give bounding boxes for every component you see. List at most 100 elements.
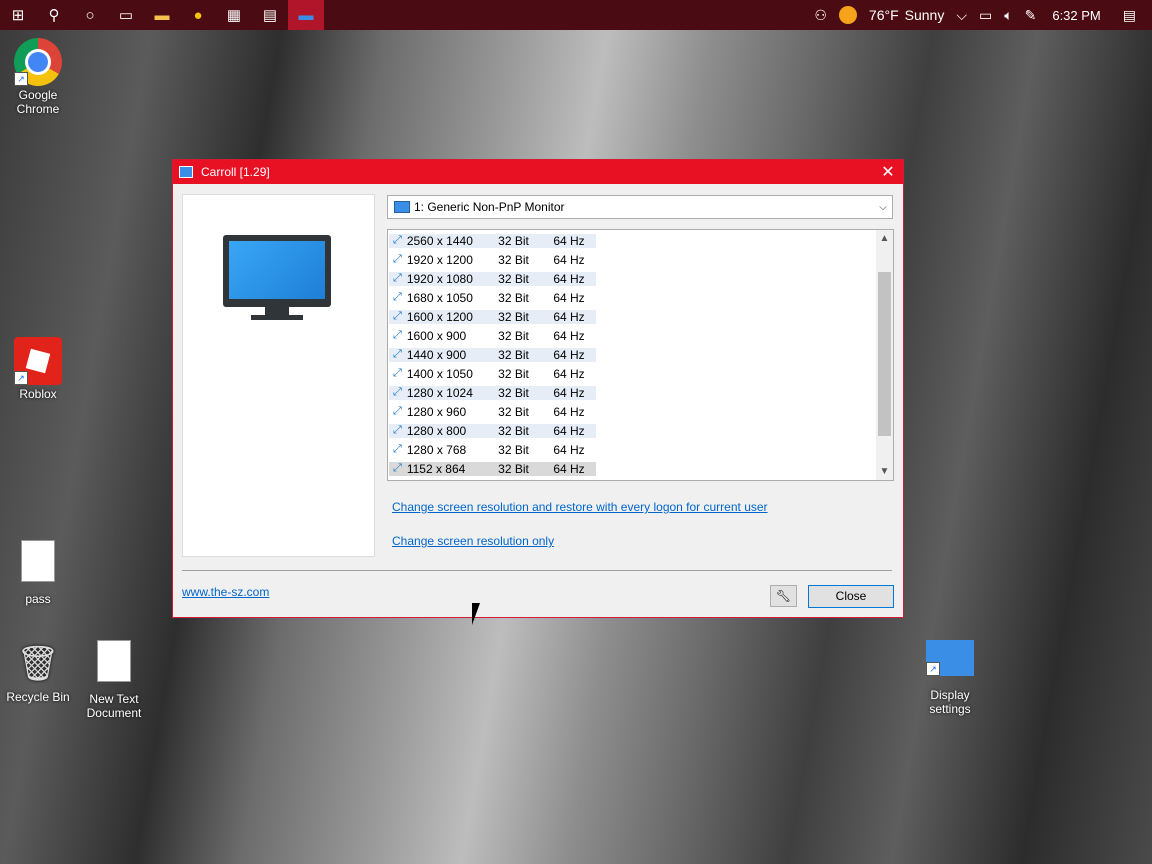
color-depth: 32 Bit bbox=[485, 309, 542, 324]
chevron-up-icon[interactable]: ⌵ bbox=[956, 7, 967, 24]
terminal-icon[interactable]: ▤ bbox=[252, 0, 288, 30]
refresh-rate: 64 Hz bbox=[542, 423, 596, 438]
display-settings-icon: ↗ bbox=[926, 640, 974, 676]
resize-icon: ⤢ bbox=[393, 291, 402, 303]
scrollbar[interactable]: ▲ ▼ bbox=[876, 230, 893, 480]
resize-icon: ⤢ bbox=[393, 234, 402, 246]
color-depth: 32 Bit bbox=[485, 347, 542, 362]
color-depth: 32 Bit bbox=[485, 271, 542, 286]
refresh-rate: 64 Hz bbox=[542, 385, 596, 400]
resolution-value: 1280 x 1024 bbox=[406, 385, 473, 400]
resize-icon: ⤢ bbox=[393, 443, 402, 455]
dialog-titlebar[interactable]: Carroll [1.29] ✕ bbox=[173, 160, 903, 184]
resize-icon: ⤢ bbox=[393, 272, 402, 284]
color-depth: 32 Bit bbox=[485, 423, 542, 438]
settings-button[interactable]: 🔧︎ bbox=[770, 585, 797, 607]
scroll-thumb[interactable] bbox=[878, 272, 891, 436]
wrench-icon: 🔧︎ bbox=[775, 589, 792, 603]
desktop-icon-new-text-document[interactable]: New Text Document bbox=[76, 640, 152, 720]
search-icon[interactable]: ⚲ bbox=[36, 0, 72, 30]
monitor-select-value: 1: Generic Non-PnP Monitor bbox=[414, 200, 565, 214]
file-explorer-icon[interactable]: ▬ bbox=[144, 0, 180, 30]
carroll-taskbar-button[interactable]: ▬ bbox=[288, 0, 324, 30]
desktop-icon-label: New Text Document bbox=[86, 692, 142, 720]
desktop-icon-pass[interactable]: pass bbox=[0, 540, 76, 606]
resolution-value: 1280 x 768 bbox=[406, 442, 467, 457]
resize-icon: ⤢ bbox=[393, 253, 402, 265]
resolution-row[interactable]: ⤢ 1440 x 900 32 Bit 64 Hz bbox=[389, 345, 596, 364]
resolution-value: 1920 x 1080 bbox=[406, 271, 473, 286]
resolution-row[interactable]: ⤢ 1920 x 1200 32 Bit 64 Hz bbox=[389, 250, 596, 269]
scroll-down-icon[interactable]: ▼ bbox=[876, 463, 893, 480]
resize-icon: ⤢ bbox=[393, 329, 402, 341]
notifications-icon[interactable]: ▤ bbox=[1123, 7, 1136, 24]
app-icon bbox=[179, 166, 193, 178]
chevron-down-icon[interactable]: ⌵ bbox=[874, 202, 892, 213]
color-depth: 32 Bit bbox=[498, 328, 529, 343]
resolution-row[interactable]: ⤢ 1280 x 960 32 Bit 64 Hz bbox=[389, 402, 596, 421]
refresh-rate: 64 Hz bbox=[542, 309, 596, 324]
resolution-value: 1280 x 960 bbox=[406, 404, 467, 419]
resolution-row[interactable]: ⤢ 1920 x 1080 32 Bit 64 Hz bbox=[389, 269, 596, 288]
resolution-value: 1680 x 1050 bbox=[406, 290, 473, 305]
resize-icon: ⤢ bbox=[393, 424, 402, 436]
resolution-row[interactable]: ⤢ 2560 x 1440 32 Bit 64 Hz bbox=[389, 231, 596, 250]
desktop-icon-display-settings[interactable]: ↗ Display settings bbox=[912, 640, 988, 716]
refresh-rate: 64 Hz bbox=[553, 290, 585, 305]
resize-icon: ⤢ bbox=[393, 367, 402, 379]
refresh-rate: 64 Hz bbox=[553, 404, 585, 419]
resolution-row[interactable]: ⤢ 1400 x 1050 32 Bit 64 Hz bbox=[389, 364, 596, 383]
monitor-icon bbox=[223, 235, 331, 323]
resolution-value: 1920 x 1200 bbox=[406, 252, 473, 267]
resolution-row[interactable]: ⤢ 1600 x 1200 32 Bit 64 Hz bbox=[389, 307, 596, 326]
resolution-row[interactable]: ⤢ 1600 x 900 32 Bit 64 Hz bbox=[389, 326, 596, 345]
monitor-select[interactable]: 1: Generic Non-PnP Monitor ⌵ bbox=[387, 195, 893, 219]
clock[interactable]: 6:32 PM bbox=[1052, 8, 1100, 23]
desktop-icon-label: Roblox bbox=[19, 387, 57, 401]
start-icon[interactable]: ⊞ bbox=[0, 0, 36, 30]
desktop-icon-label: pass bbox=[25, 592, 51, 606]
text-file-icon bbox=[21, 540, 55, 582]
resolution-row[interactable]: ⤢ 1680 x 1050 32 Bit 64 Hz bbox=[389, 288, 596, 307]
volume-icon[interactable]: 🔈︎ bbox=[1004, 7, 1012, 24]
network-icon[interactable]: ▭ bbox=[979, 7, 992, 24]
resolution-row[interactable]: ⤢ 1280 x 1024 32 Bit 64 Hz bbox=[389, 383, 596, 402]
desktop-icon-roblox[interactable]: ↗ Roblox bbox=[0, 337, 76, 401]
desktop-icon-label: Display settings bbox=[929, 688, 971, 716]
weather-condition[interactable]: Sunny bbox=[905, 7, 945, 23]
people-icon[interactable]: ⚇ bbox=[814, 7, 827, 24]
refresh-rate: 64 Hz bbox=[553, 366, 585, 381]
close-button[interactable]: Close bbox=[808, 585, 894, 608]
chrome-icon[interactable]: ● bbox=[180, 0, 216, 30]
resolution-row[interactable]: ⤢ 1280 x 800 32 Bit 64 Hz bbox=[389, 421, 596, 440]
resolution-row[interactable]: ⤢ 1152 x 864 32 Bit 64 Hz bbox=[389, 459, 596, 478]
weather-sun-icon[interactable] bbox=[838, 6, 857, 24]
color-depth: 32 Bit bbox=[498, 252, 529, 267]
refresh-rate: 64 Hz bbox=[542, 461, 596, 476]
desktop-icon-label: Recycle Bin bbox=[6, 690, 70, 704]
resolution-list[interactable]: ▲ ▼ ⤢ 2560 x 1440 32 Bit 64 Hz ⤢ 1920 x 1200 3… bbox=[387, 229, 894, 481]
mouse-cursor-icon bbox=[472, 603, 488, 625]
pen-icon[interactable]: ✎ bbox=[1025, 7, 1037, 24]
color-depth: 32 Bit bbox=[485, 461, 542, 476]
close-icon[interactable]: ✕ bbox=[873, 162, 903, 182]
recycle-bin-icon: 🗑︎ bbox=[16, 645, 60, 683]
color-depth: 32 Bit bbox=[498, 290, 529, 305]
dialog-title: Carroll [1.29] bbox=[201, 165, 270, 179]
change-only-link[interactable]: Change screen resolution only bbox=[392, 534, 554, 548]
weather-temp[interactable]: 76°F bbox=[869, 7, 899, 23]
refresh-rate: 64 Hz bbox=[553, 442, 585, 457]
desktop-icon-chrome[interactable]: ↗ Google Chrome bbox=[0, 38, 76, 116]
store-icon[interactable]: ▦ bbox=[216, 0, 252, 30]
cortana-icon[interactable]: ○ bbox=[72, 0, 108, 30]
refresh-rate: 64 Hz bbox=[542, 271, 596, 286]
website-link[interactable]: www.the-sz.com bbox=[182, 585, 269, 599]
refresh-rate: 64 Hz bbox=[553, 328, 585, 343]
system-tray: ⚇ 76°F Sunny ⌵ ▭ 🔈︎ ✎ 6:32 PM ▤ bbox=[808, 0, 1152, 30]
task-view-icon[interactable]: ▭ bbox=[108, 0, 144, 30]
change-and-restore-link[interactable]: Change screen resolution and restore wit… bbox=[392, 500, 768, 514]
scroll-up-icon[interactable]: ▲ bbox=[876, 230, 893, 247]
desktop-icon-recycle-bin[interactable]: 🗑︎ Recycle Bin bbox=[0, 640, 76, 704]
resize-icon: ⤢ bbox=[393, 310, 402, 322]
resolution-row[interactable]: ⤢ 1280 x 768 32 Bit 64 Hz bbox=[389, 440, 596, 459]
